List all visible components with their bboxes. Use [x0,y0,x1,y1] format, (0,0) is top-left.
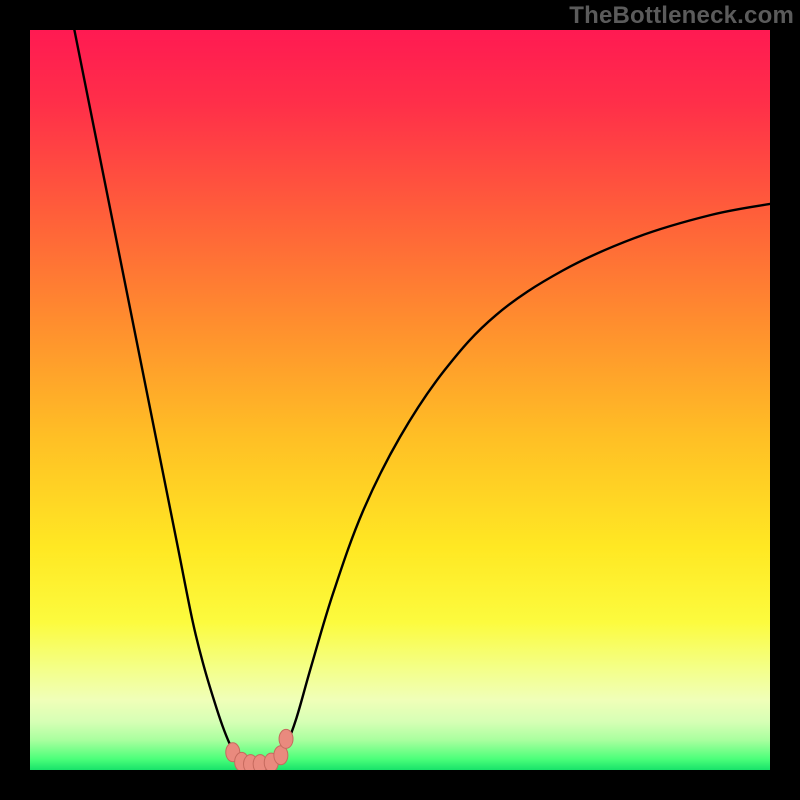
chart-frame: TheBottleneck.com [0,0,800,800]
plot-area [30,30,770,770]
gradient-background [30,30,770,770]
valley-marker [279,729,293,748]
watermark-text: TheBottleneck.com [569,2,794,30]
chart-svg [30,30,770,770]
